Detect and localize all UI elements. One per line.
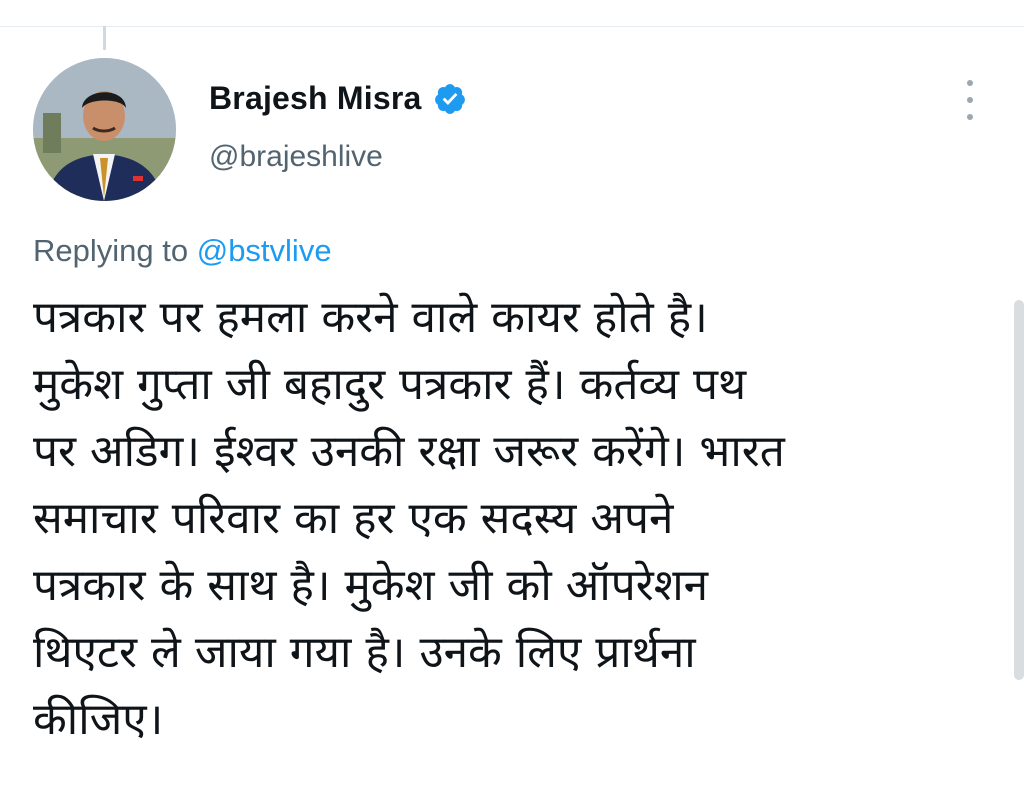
more-dot [967, 97, 973, 103]
thread-connector-line [103, 26, 106, 50]
author-name-row: Brajesh Misra [209, 80, 467, 117]
more-dot [967, 114, 973, 120]
scrollbar[interactable] [1014, 300, 1024, 680]
tweet-text: पत्रकार पर हमला करने वाले कायर होते है। … [33, 292, 785, 745]
reply-handle-link[interactable]: @bstvlive [197, 233, 332, 268]
replying-to-label: Replying to [33, 233, 197, 268]
verified-badge-icon [435, 83, 466, 114]
top-divider [0, 26, 1024, 27]
more-options-button[interactable] [955, 80, 985, 120]
avatar[interactable] [33, 58, 176, 201]
replying-to-line: Replying to @bstvlive [33, 233, 332, 269]
more-vertical-icon [967, 80, 973, 86]
avatar-photo-icon [33, 58, 176, 201]
author-handle[interactable]: @brajeshlive [209, 140, 383, 174]
author-display-name[interactable]: Brajesh Misra [209, 80, 421, 117]
